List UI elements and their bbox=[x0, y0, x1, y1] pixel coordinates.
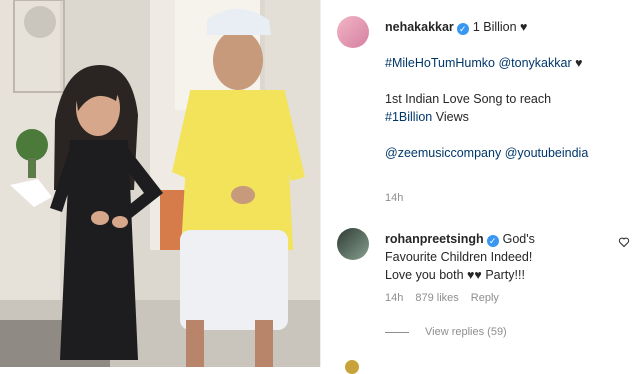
verified-badge-icon: ✓ bbox=[486, 235, 499, 247]
author-avatar[interactable] bbox=[337, 16, 369, 48]
video-frame bbox=[0, 0, 320, 367]
comment-meta: 14h 879 likes Reply bbox=[385, 292, 499, 304]
post-author-username[interactable]: nehakakkar bbox=[385, 20, 454, 34]
comment-author-username[interactable]: rohanpreetsingh bbox=[385, 232, 484, 246]
hashtag-1billion[interactable]: #1Billion bbox=[385, 110, 432, 124]
view-replies-button[interactable]: View replies (59) bbox=[385, 326, 507, 338]
comment-timestamp[interactable]: 14h bbox=[385, 292, 403, 304]
instagram-post: nehakakkar✓1 Billion ♥⁣⁣⁣⁣ #MileHoTumHum… bbox=[0, 0, 640, 374]
mention-tonykakkar[interactable]: @tonykakkar bbox=[498, 56, 571, 70]
comments-panel: nehakakkar✓1 Billion ♥⁣⁣⁣⁣ #MileHoTumHum… bbox=[320, 0, 640, 374]
commenter-avatar[interactable] bbox=[337, 228, 369, 260]
comment-text-line3: Love you both ♥♥ Party!!! ⁣⁣⁣ bbox=[385, 268, 529, 282]
comment-text-line1: God's bbox=[502, 232, 535, 246]
caption-line3: ⁣⁣ bbox=[385, 72, 625, 90]
view-replies-label[interactable]: View replies (59) bbox=[425, 326, 507, 338]
comment-text-line2: Favourite Children Indeed! ⁣⁣⁣⁣ bbox=[385, 250, 536, 264]
reply-button[interactable]: Reply bbox=[471, 292, 499, 304]
caption-lead: 1 Billion ♥ bbox=[472, 20, 528, 34]
hashtag-milehotumhumko[interactable]: #MileHoTumHumko bbox=[385, 56, 495, 70]
caption-line5-suffix: Views bbox=[432, 110, 469, 124]
comment-likes[interactable]: 879 likes bbox=[415, 292, 458, 304]
comment-text: rohanpreetsingh ✓ God's Favourite Children… bbox=[385, 230, 625, 284]
caption-line4: 1st Indian Love Song to reach bbox=[385, 92, 552, 106]
caption-line2-suffix: ♥ bbox=[571, 56, 583, 70]
verified-badge-icon: ✓ bbox=[456, 23, 469, 35]
post-timestamp[interactable]: 14h bbox=[385, 192, 403, 204]
post-video[interactable] bbox=[0, 0, 320, 367]
caption-line7: ⁣ bbox=[385, 162, 625, 180]
mention-youtubeindia[interactable]: @youtubeindia bbox=[505, 146, 589, 160]
next-comment-avatar[interactable] bbox=[345, 360, 359, 374]
post-caption: nehakakkar✓1 Billion ♥⁣⁣⁣⁣ #MileHoTumHum… bbox=[385, 18, 625, 180]
replies-divider bbox=[385, 331, 409, 333]
heart-outline-icon[interactable] bbox=[618, 236, 630, 248]
mention-zeemusiccompany[interactable]: @zeemusiccompany bbox=[385, 146, 501, 160]
